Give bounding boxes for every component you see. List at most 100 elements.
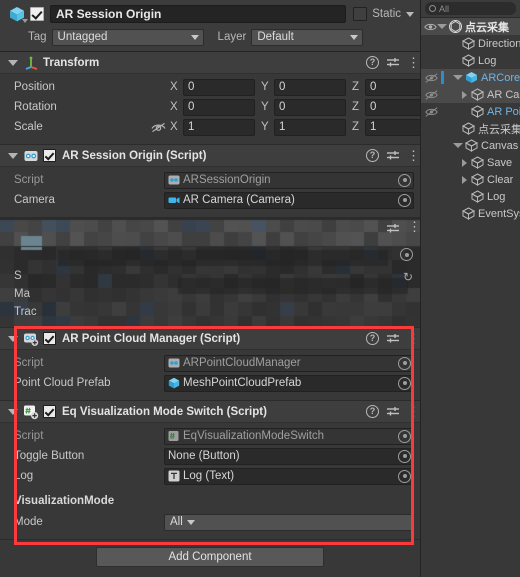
object-picker-icon[interactable] xyxy=(398,193,411,207)
property-row: Script EqVisualizationModeSwitch xyxy=(6,427,414,445)
add-component-area: Add Component xyxy=(0,540,420,567)
preset-sliders-icon[interactable] xyxy=(386,406,400,418)
blurred-reset-icon[interactable]: ↻ xyxy=(403,270,413,284)
kebab-menu-icon[interactable]: ⋮ xyxy=(407,405,420,418)
preset-sliders-icon[interactable] xyxy=(386,57,400,69)
preset-sliders-icon[interactable] xyxy=(386,150,400,162)
object-picker-icon[interactable] xyxy=(398,429,411,443)
mode-dropdown[interactable]: All xyxy=(164,513,414,531)
hierarchy-item-1[interactable]: Log xyxy=(421,52,520,69)
component-title: Eq Visualization Mode Switch (Script) xyxy=(62,405,267,418)
object-picker-icon[interactable] xyxy=(398,469,411,483)
component-eq-visualization-mode-switch: Eq Visualization Mode Switch (Script) ? … xyxy=(0,401,420,540)
gameobject-enabled-checkbox[interactable] xyxy=(30,7,44,21)
foldout-arrow-icon[interactable] xyxy=(453,143,463,148)
blurred-partial-label-1: S xyxy=(14,270,22,282)
help-icon[interactable]: ? xyxy=(366,56,379,69)
property-row: Mode All xyxy=(6,513,414,531)
foldout-arrow-icon[interactable] xyxy=(462,175,469,184)
scene-eye-icon[interactable] xyxy=(423,22,437,32)
hierarchy-item-5[interactable]: 点云采集器 xyxy=(421,120,520,137)
foldout-arrow-icon[interactable] xyxy=(453,75,463,80)
hierarchy-item-9[interactable]: Log xyxy=(421,188,520,205)
foldout-arrow-icon[interactable] xyxy=(8,335,18,342)
rotation-z-input[interactable]: 0 xyxy=(365,98,420,116)
hierarchy-item-2[interactable]: ARCore Session Origin xyxy=(421,69,520,86)
foldout-arrow-icon[interactable] xyxy=(8,152,18,159)
foldout-arrow-icon[interactable] xyxy=(8,408,18,415)
cs-script-green-icon xyxy=(24,405,39,419)
object-picker-icon[interactable] xyxy=(398,449,411,463)
transform-position-row: Position X 0 Y 0 Z 0 xyxy=(6,78,420,96)
gameobject-name-input[interactable]: AR Session Origin xyxy=(50,5,347,23)
hierarchy-prefab-marker xyxy=(441,122,444,135)
foldout-arrow-icon[interactable] xyxy=(8,59,18,66)
prefab-icon xyxy=(168,377,180,389)
tag-label: Tag xyxy=(28,31,47,43)
axis-y-label: Y xyxy=(261,101,269,113)
hierarchy-item-8[interactable]: Clear xyxy=(421,171,520,188)
position-y-input[interactable]: 0 xyxy=(274,78,346,96)
rotation-x-input[interactable]: 0 xyxy=(183,98,255,116)
visibility-toggle-icon[interactable] xyxy=(421,89,441,100)
script-label: Script xyxy=(14,357,44,369)
blurred-object-picker-icon[interactable] xyxy=(400,248,413,261)
hierarchy-item-3[interactable]: AR Camera xyxy=(421,86,520,103)
visualization-mode-section: VisualizationMode xyxy=(6,491,414,511)
hierarchy-scene-row[interactable]: 点云采集 xyxy=(421,18,520,35)
layer-dropdown[interactable]: Default xyxy=(251,28,364,46)
point-cloud-prefab-objectfield[interactable]: MeshPointCloudPrefab xyxy=(164,374,414,392)
component-header[interactable]: AR Session Origin (Script) ? ⋮ xyxy=(0,145,420,167)
hierarchy-item-10[interactable]: EventSystem xyxy=(421,205,520,222)
position-z-input[interactable]: 0 xyxy=(365,78,420,96)
kebab-menu-icon[interactable]: ⋮ xyxy=(407,332,420,345)
help-icon[interactable]: ? xyxy=(366,332,379,345)
hierarchy-item-0[interactable]: Directional Light xyxy=(421,35,520,52)
scene-foldout-icon[interactable] xyxy=(437,24,447,29)
component-enabled-checkbox[interactable] xyxy=(43,405,56,418)
kebab-menu-icon[interactable]: ⋮ xyxy=(407,149,420,162)
tag-dropdown[interactable]: Untagged xyxy=(51,28,204,46)
gameobject-cube-icon[interactable] xyxy=(6,4,28,24)
object-picker-icon[interactable] xyxy=(398,376,411,390)
static-dropdown-caret[interactable] xyxy=(406,11,414,17)
hierarchy-item-label: Log xyxy=(478,54,497,67)
hierarchy-prefab-marker xyxy=(441,156,444,169)
chevron-down-icon xyxy=(190,34,199,40)
foldout-arrow-icon[interactable] xyxy=(462,90,469,99)
camera-objectfield[interactable]: AR Camera (Camera) xyxy=(164,191,414,209)
toggle-button-objectfield[interactable]: None (Button) xyxy=(164,447,414,465)
scale-z-input[interactable]: 1 xyxy=(365,118,420,136)
help-icon[interactable]: ? xyxy=(366,405,379,418)
hierarchy-item-6[interactable]: Canvas xyxy=(421,137,520,154)
foldout-arrow-icon[interactable] xyxy=(462,158,469,167)
visibility-toggle-icon[interactable] xyxy=(421,106,441,117)
blurred-preset-sliders-icon[interactable] xyxy=(386,223,400,238)
gameobject-icon-caret[interactable] xyxy=(22,19,28,23)
hierarchy-item-4[interactable]: AR Point Cloud xyxy=(421,103,520,120)
component-header[interactable]: AR Point Cloud Manager (Script) ? ⋮ xyxy=(0,328,420,350)
scale-constrain-toggle[interactable] xyxy=(146,122,170,133)
help-icon[interactable]: ? xyxy=(366,149,379,162)
object-picker-icon[interactable] xyxy=(398,356,411,370)
hierarchy-search-input[interactable]: All xyxy=(425,2,516,15)
preset-sliders-icon[interactable] xyxy=(386,333,400,345)
component-enabled-checkbox[interactable] xyxy=(43,332,56,345)
static-checkbox[interactable] xyxy=(353,7,368,21)
object-picker-icon[interactable] xyxy=(398,173,411,187)
blurred-kebab-menu-icon[interactable]: ⋮ xyxy=(408,220,420,233)
component-header[interactable]: Transform ? ⋮ xyxy=(0,52,420,74)
hierarchy-item-label: 点云采集器 xyxy=(478,123,520,136)
component-header[interactable]: Eq Visualization Mode Switch (Script) ? … xyxy=(0,401,420,423)
rotation-y-input[interactable]: 0 xyxy=(274,98,346,116)
component-enabled-checkbox[interactable] xyxy=(43,149,56,162)
scale-x-input[interactable]: 1 xyxy=(183,118,255,136)
scale-y-input[interactable]: 1 xyxy=(274,118,346,136)
visibility-toggle-icon[interactable] xyxy=(421,72,441,83)
log-objectfield[interactable]: Log (Text) xyxy=(164,467,414,485)
hierarchy-item-7[interactable]: Save xyxy=(421,154,520,171)
scene-name: 点云采集 xyxy=(465,21,509,34)
kebab-menu-icon[interactable]: ⋮ xyxy=(407,56,420,69)
position-x-input[interactable]: 0 xyxy=(183,78,255,96)
add-component-button[interactable]: Add Component xyxy=(96,547,324,567)
